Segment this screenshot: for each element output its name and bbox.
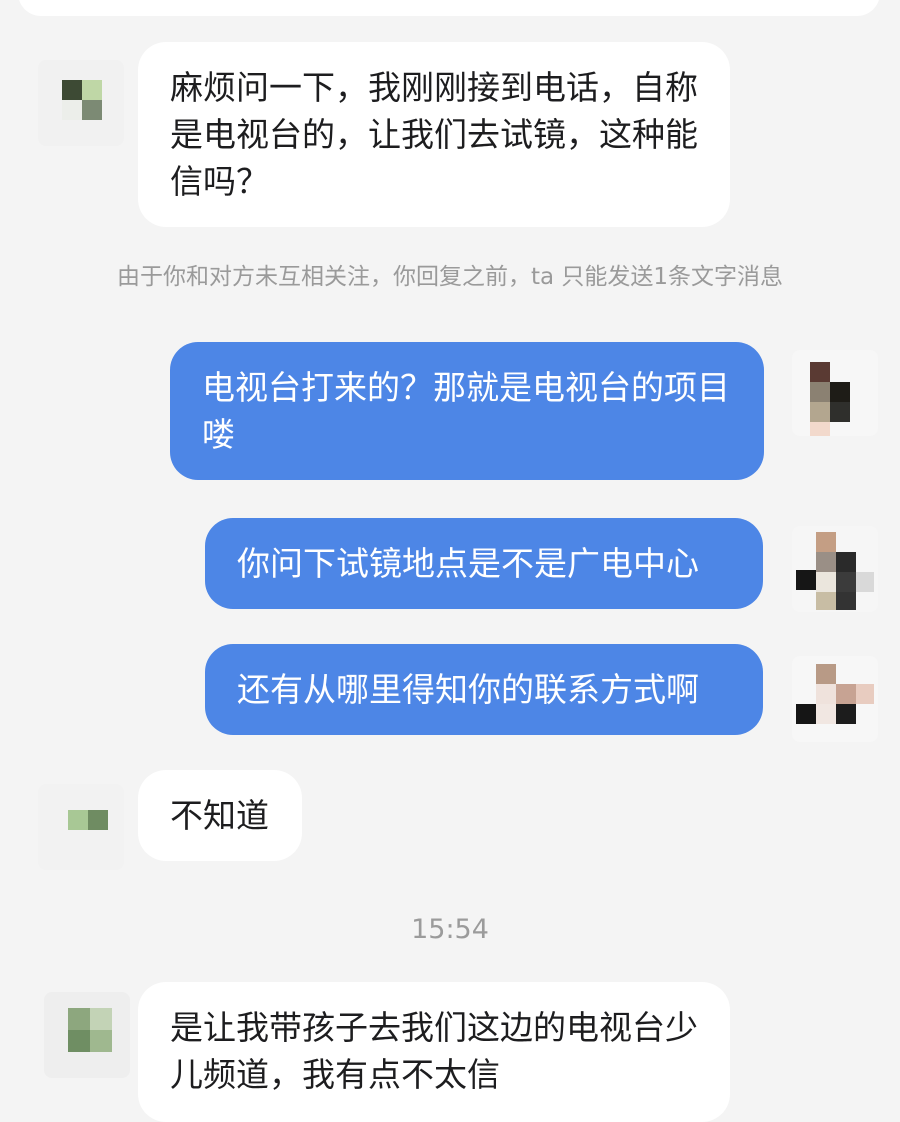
message-text: 你问下试镜地点是不是广电中心 (237, 544, 699, 583)
chat-thread: 麻烦问一下，我刚刚接到电话，自称是电视台的，让我们去试镜，这种能信吗？ 由于你和… (0, 0, 900, 1122)
message-text: 是让我带孩子去我们这边的电视台少儿频道，我有点不太信 (170, 1008, 698, 1094)
previous-message-bubble[interactable] (18, 0, 880, 16)
self-avatar[interactable] (792, 656, 878, 742)
self-avatar[interactable] (792, 350, 878, 436)
message-bubble-outgoing[interactable]: 你问下试镜地点是不是广电中心 (205, 518, 763, 609)
message-bubble-outgoing[interactable]: 电视台打来的？那就是电视台的项目喽 (170, 342, 764, 480)
message-bubble-incoming[interactable]: 不知道 (138, 770, 302, 861)
message-bubble-incoming[interactable]: 是让我带孩子去我们这边的电视台少儿频道，我有点不太信 (138, 982, 730, 1122)
message-text: 还有从哪里得知你的联系方式啊 (237, 670, 699, 709)
contact-avatar[interactable] (38, 784, 124, 870)
contact-avatar[interactable] (38, 60, 124, 146)
message-bubble-outgoing[interactable]: 还有从哪里得知你的联系方式啊 (205, 644, 763, 735)
message-text: 电视台打来的？那就是电视台的项目喽 (202, 368, 730, 454)
message-timestamp: 15:54 (411, 914, 489, 945)
system-notice: 由于你和对方未互相关注，你回复之前，ta 只能发送1条文字消息 (116, 264, 784, 290)
contact-avatar[interactable] (44, 992, 130, 1078)
self-avatar[interactable] (792, 526, 878, 612)
message-bubble-incoming[interactable]: 麻烦问一下，我刚刚接到电话，自称是电视台的，让我们去试镜，这种能信吗？ (138, 42, 730, 227)
message-text: 麻烦问一下，我刚刚接到电话，自称是电视台的，让我们去试镜，这种能信吗？ (170, 68, 698, 201)
message-text: 不知道 (170, 796, 269, 835)
